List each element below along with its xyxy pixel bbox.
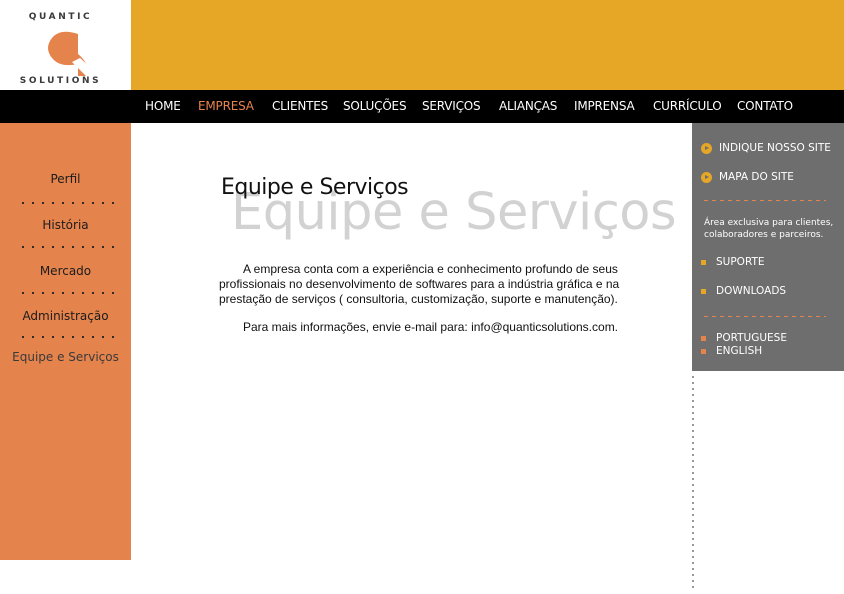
- nav-empresa[interactable]: EMPRESA: [198, 90, 254, 123]
- portuguese-label: PORTUGUESE: [716, 332, 787, 344]
- language-portuguese-link[interactable]: PORTUGUESE: [701, 332, 787, 344]
- nav-imprensa[interactable]: IMPRENSA: [574, 90, 635, 123]
- sidebar-divider: [18, 292, 114, 294]
- suporte-label: SUPORTE: [716, 256, 765, 268]
- nav-solucoes[interactable]: SOLUÇÕES: [343, 90, 407, 123]
- page-title: Equipe e Serviços: [221, 175, 409, 200]
- nav-curriculo[interactable]: CURRÍCULO: [653, 90, 722, 123]
- sidebar-divider: [18, 202, 114, 204]
- content-paragraph: A empresa conta com a experiência e conh…: [219, 262, 639, 307]
- nav-contato[interactable]: CONTATO: [737, 90, 793, 123]
- english-label: ENGLISH: [716, 345, 763, 357]
- bullet-square-icon: [701, 348, 706, 354]
- right-panel: INDIQUE NOSSO SITE MAPA DO SITE Área exc…: [692, 123, 844, 371]
- contact-paragraph: Para mais informações, envie e-mail para…: [219, 320, 639, 335]
- nav-clientes[interactable]: CLIENTES: [272, 90, 328, 123]
- mapa-site-link[interactable]: MAPA DO SITE: [701, 171, 794, 183]
- exclusive-area-text: Área exclusiva para clientes, colaborado…: [704, 218, 834, 240]
- q-logo-mark: [22, 24, 100, 76]
- logo-top-text: QUANTIC: [28, 12, 93, 22]
- mapa-site-label: MAPA DO SITE: [719, 171, 794, 183]
- downloads-link[interactable]: DOWNLOADS: [701, 285, 786, 297]
- paragraph-text: Para mais informações, envie e-mail para…: [243, 320, 619, 334]
- sidebar-item-perfil[interactable]: Perfil: [0, 172, 131, 186]
- sidebar-item-mercado[interactable]: Mercado: [0, 264, 131, 278]
- nav-aliancas[interactable]: ALIANÇAS: [499, 90, 557, 123]
- sidebar-divider: [18, 246, 114, 248]
- header-banner: [131, 0, 844, 90]
- nav-servicos[interactable]: SERVIÇOS: [422, 90, 481, 123]
- sidebar-item-equipe-servicos[interactable]: Equipe e Serviços: [0, 350, 131, 364]
- arrow-circle-icon: [701, 142, 712, 154]
- sidebar-item-historia[interactable]: História: [0, 218, 131, 232]
- indique-site-label: INDIQUE NOSSO SITE: [719, 142, 831, 154]
- arrow-circle-icon: [701, 171, 712, 183]
- paragraph-text: A empresa conta com a experiência e conh…: [219, 262, 620, 306]
- right-dotted-divider: [692, 374, 694, 592]
- sidebar-item-administracao[interactable]: Administração: [0, 309, 131, 323]
- suporte-link[interactable]: SUPORTE: [701, 256, 765, 268]
- main-nav: HOME EMPRESA CLIENTES SOLUÇÕES SERVIÇOS …: [0, 90, 844, 123]
- downloads-label: DOWNLOADS: [716, 285, 787, 297]
- panel-divider: [704, 200, 826, 201]
- sidebar-divider: [18, 336, 114, 338]
- indique-site-link[interactable]: INDIQUE NOSSO SITE: [701, 142, 831, 154]
- bullet-square-icon: [701, 259, 706, 265]
- bullet-square-icon: [701, 288, 706, 294]
- bullet-square-icon: [701, 335, 706, 341]
- left-sidebar: Perfil História Mercado Administração Eq…: [0, 123, 131, 560]
- nav-home[interactable]: HOME: [145, 90, 181, 123]
- logo-bottom-text: SOLUTIONS: [19, 76, 102, 86]
- language-english-link[interactable]: ENGLISH: [701, 345, 762, 357]
- panel-divider: [704, 316, 826, 317]
- logo[interactable]: QUANTIC SOLUTIONS: [0, 0, 131, 90]
